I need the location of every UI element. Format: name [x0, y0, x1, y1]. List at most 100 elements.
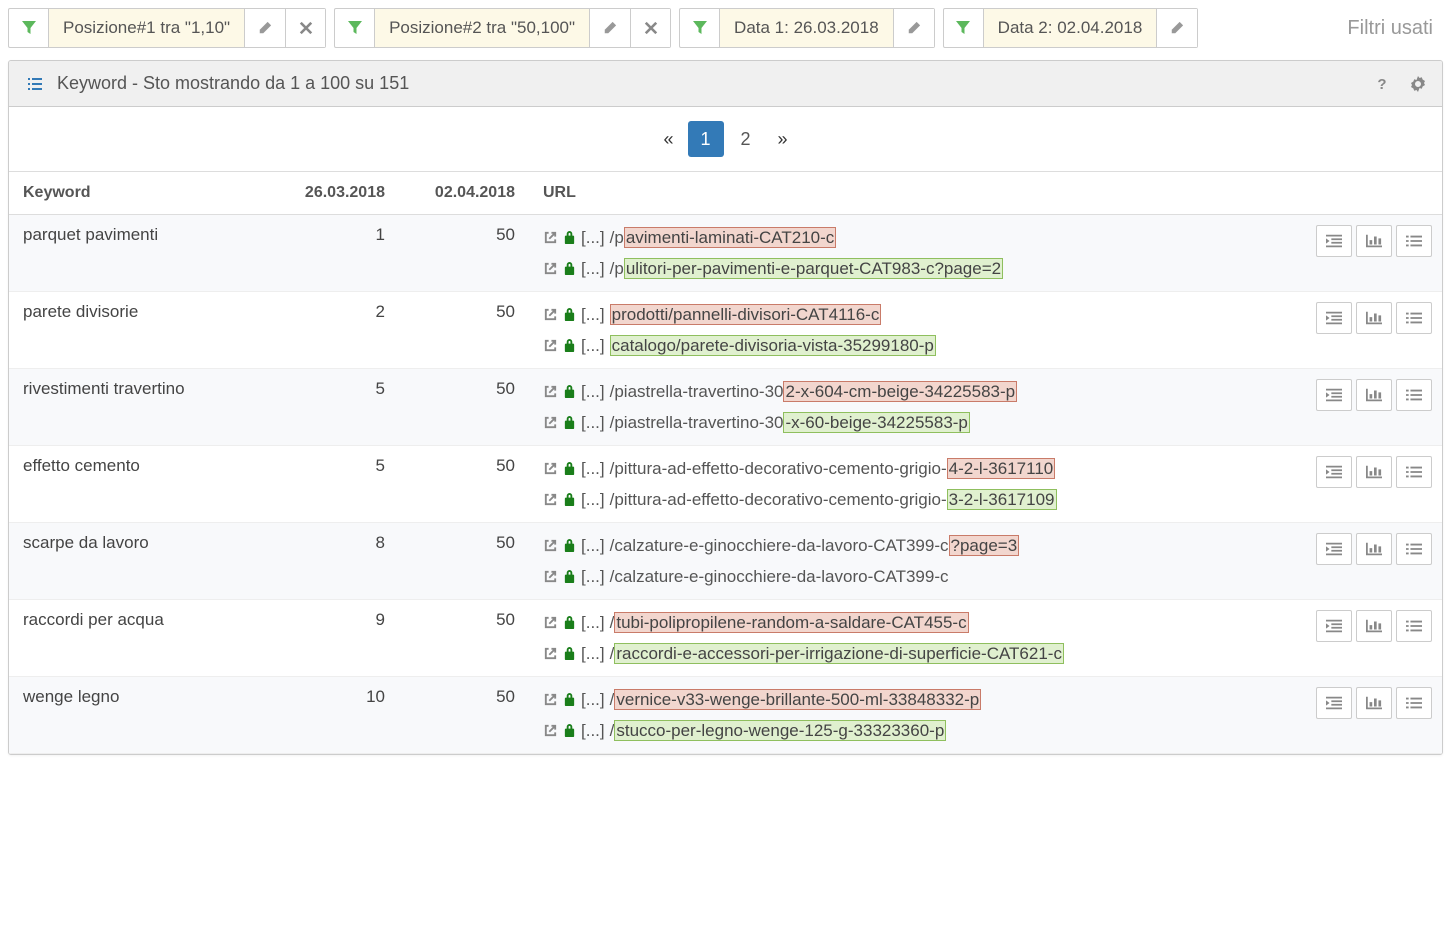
external-link-icon[interactable]: [543, 230, 558, 245]
chart-button[interactable]: [1356, 456, 1392, 488]
col-date2[interactable]: 02.04.2018: [399, 172, 529, 215]
edit-filter-button[interactable]: [590, 9, 630, 47]
external-link-icon[interactable]: [543, 384, 558, 399]
edit-filter-button[interactable]: [894, 9, 934, 47]
snippet-button[interactable]: [1316, 225, 1352, 257]
external-link-icon[interactable]: [543, 338, 558, 353]
indent-icon: [1326, 465, 1342, 479]
url-diff-red: prodotti/pannelli-divisori-CAT4116-c: [610, 304, 882, 325]
external-link-icon[interactable]: [543, 569, 558, 584]
table-row: wenge legno1050[...]/vernice-v33-wenge-b…: [9, 677, 1442, 754]
cell-keyword: raccordi per acqua: [9, 600, 269, 677]
list-button[interactable]: [1396, 456, 1432, 488]
url-path[interactable]: /pittura-ad-effetto-decorativo-cemento-g…: [610, 456, 1056, 482]
list-button[interactable]: [1396, 687, 1432, 719]
external-link-icon[interactable]: [543, 461, 558, 476]
lock-icon: [563, 261, 576, 276]
col-date1[interactable]: 26.03.2018: [269, 172, 399, 215]
remove-filter-button[interactable]: [630, 9, 670, 47]
external-link-icon[interactable]: [543, 615, 558, 630]
funnel-icon: [335, 9, 375, 47]
external-link-icon[interactable]: [543, 492, 558, 507]
snippet-button[interactable]: [1316, 302, 1352, 334]
external-link-icon[interactable]: [543, 261, 558, 276]
snippet-button[interactable]: [1316, 379, 1352, 411]
indent-icon: [1326, 234, 1342, 248]
cell-v2: 50: [399, 446, 529, 523]
filter-text: Data 1: 26.03.2018: [720, 9, 894, 47]
keyword-table: Keyword 26.03.2018 02.04.2018 URL parque…: [9, 172, 1442, 754]
cell-v2: 50: [399, 369, 529, 446]
url-path[interactable]: /vernice-v33-wenge-brillante-500-ml-3384…: [610, 687, 982, 713]
list-menu-icon: [1406, 542, 1422, 556]
url-prefix: [...]: [581, 225, 605, 251]
url-path[interactable]: /calzature-e-ginocchiere-da-lavoro-CAT39…: [610, 533, 1020, 559]
url-row: [...]prodotti/pannelli-divisori-CAT4116-…: [543, 302, 1268, 328]
list-button[interactable]: [1396, 533, 1432, 565]
edit-filter-button[interactable]: [245, 9, 285, 47]
chart-button[interactable]: [1356, 302, 1392, 334]
url-path[interactable]: catalogo/parete-divisoria-vista-35299180…: [610, 333, 936, 359]
remove-filter-button[interactable]: [285, 9, 325, 47]
url-path[interactable]: /pavimenti-laminati-CAT210-c: [610, 225, 837, 251]
url-diff-green: 3-2-l-3617109: [947, 489, 1057, 510]
url-path[interactable]: /raccordi-e-accessori-per-irrigazione-di…: [610, 641, 1064, 667]
settings-gear-icon[interactable]: [1410, 76, 1426, 92]
url-diff-green: raccordi-e-accessori-per-irrigazione-di-…: [614, 643, 1064, 664]
url-path[interactable]: /pulitori-per-pavimenti-e-parquet-CAT983…: [610, 256, 1003, 282]
list-button[interactable]: [1396, 302, 1432, 334]
page-last-icon[interactable]: »: [768, 123, 798, 156]
close-icon: [299, 21, 313, 35]
pencil-icon: [258, 21, 272, 35]
chart-button[interactable]: [1356, 225, 1392, 257]
url-row: [...]/vernice-v33-wenge-brillante-500-ml…: [543, 687, 1268, 713]
external-link-icon[interactable]: [543, 692, 558, 707]
chart-button[interactable]: [1356, 610, 1392, 642]
chart-button[interactable]: [1356, 687, 1392, 719]
page-button[interactable]: 2: [728, 121, 764, 157]
external-link-icon[interactable]: [543, 415, 558, 430]
external-link-icon[interactable]: [543, 723, 558, 738]
chart-button[interactable]: [1356, 379, 1392, 411]
list-button[interactable]: [1396, 610, 1432, 642]
list-button[interactable]: [1396, 379, 1432, 411]
url-path[interactable]: /tubi-polipropilene-random-a-saldare-CAT…: [610, 610, 969, 636]
snippet-button[interactable]: [1316, 610, 1352, 642]
url-diff-green: catalogo/parete-divisoria-vista-35299180…: [610, 335, 936, 356]
edit-filter-button[interactable]: [1157, 9, 1197, 47]
url-prefix: [...]: [581, 610, 605, 636]
snippet-button[interactable]: [1316, 533, 1352, 565]
list-menu-icon: [1406, 465, 1422, 479]
snippet-button[interactable]: [1316, 687, 1352, 719]
url-path[interactable]: /piastrella-travertino-302-x-604-cm-beig…: [610, 379, 1018, 405]
pencil-icon: [907, 21, 921, 35]
url-diff-red: 4-2-l-3617110: [947, 458, 1056, 479]
external-link-icon[interactable]: [543, 307, 558, 322]
col-url[interactable]: URL: [529, 172, 1282, 215]
cell-actions: [1282, 523, 1442, 600]
cell-v1: 5: [269, 446, 399, 523]
url-prefix: [...]: [581, 256, 605, 282]
url-path[interactable]: /piastrella-travertino-30-x-60-beige-342…: [610, 410, 970, 436]
url-diff-red: 2-x-604-cm-beige-34225583-p: [783, 381, 1017, 402]
funnel-icon: [9, 9, 49, 47]
cell-v2: 50: [399, 523, 529, 600]
cell-keyword: rivestimenti travertino: [9, 369, 269, 446]
url-path[interactable]: /pittura-ad-effetto-decorativo-cemento-g…: [610, 487, 1057, 513]
url-path[interactable]: prodotti/pannelli-divisori-CAT4116-c: [610, 302, 882, 328]
list-button[interactable]: [1396, 225, 1432, 257]
filter-chip: Data 2: 02.04.2018: [943, 8, 1199, 48]
page-button[interactable]: 1: [688, 121, 724, 157]
cell-keyword: effetto cemento: [9, 446, 269, 523]
url-path[interactable]: /stucco-per-legno-wenge-125-g-33323360-p: [610, 718, 947, 744]
external-link-icon[interactable]: [543, 538, 558, 553]
col-keyword[interactable]: Keyword: [9, 172, 269, 215]
page-first-icon[interactable]: «: [653, 123, 683, 156]
snippet-button[interactable]: [1316, 456, 1352, 488]
external-link-icon[interactable]: [543, 646, 558, 661]
help-icon[interactable]: [1374, 76, 1390, 92]
lock-icon: [563, 461, 576, 476]
url-diff-red: avimenti-laminati-CAT210-c: [624, 227, 836, 248]
chart-button[interactable]: [1356, 533, 1392, 565]
url-path[interactable]: /calzature-e-ginocchiere-da-lavoro-CAT39…: [610, 564, 949, 590]
